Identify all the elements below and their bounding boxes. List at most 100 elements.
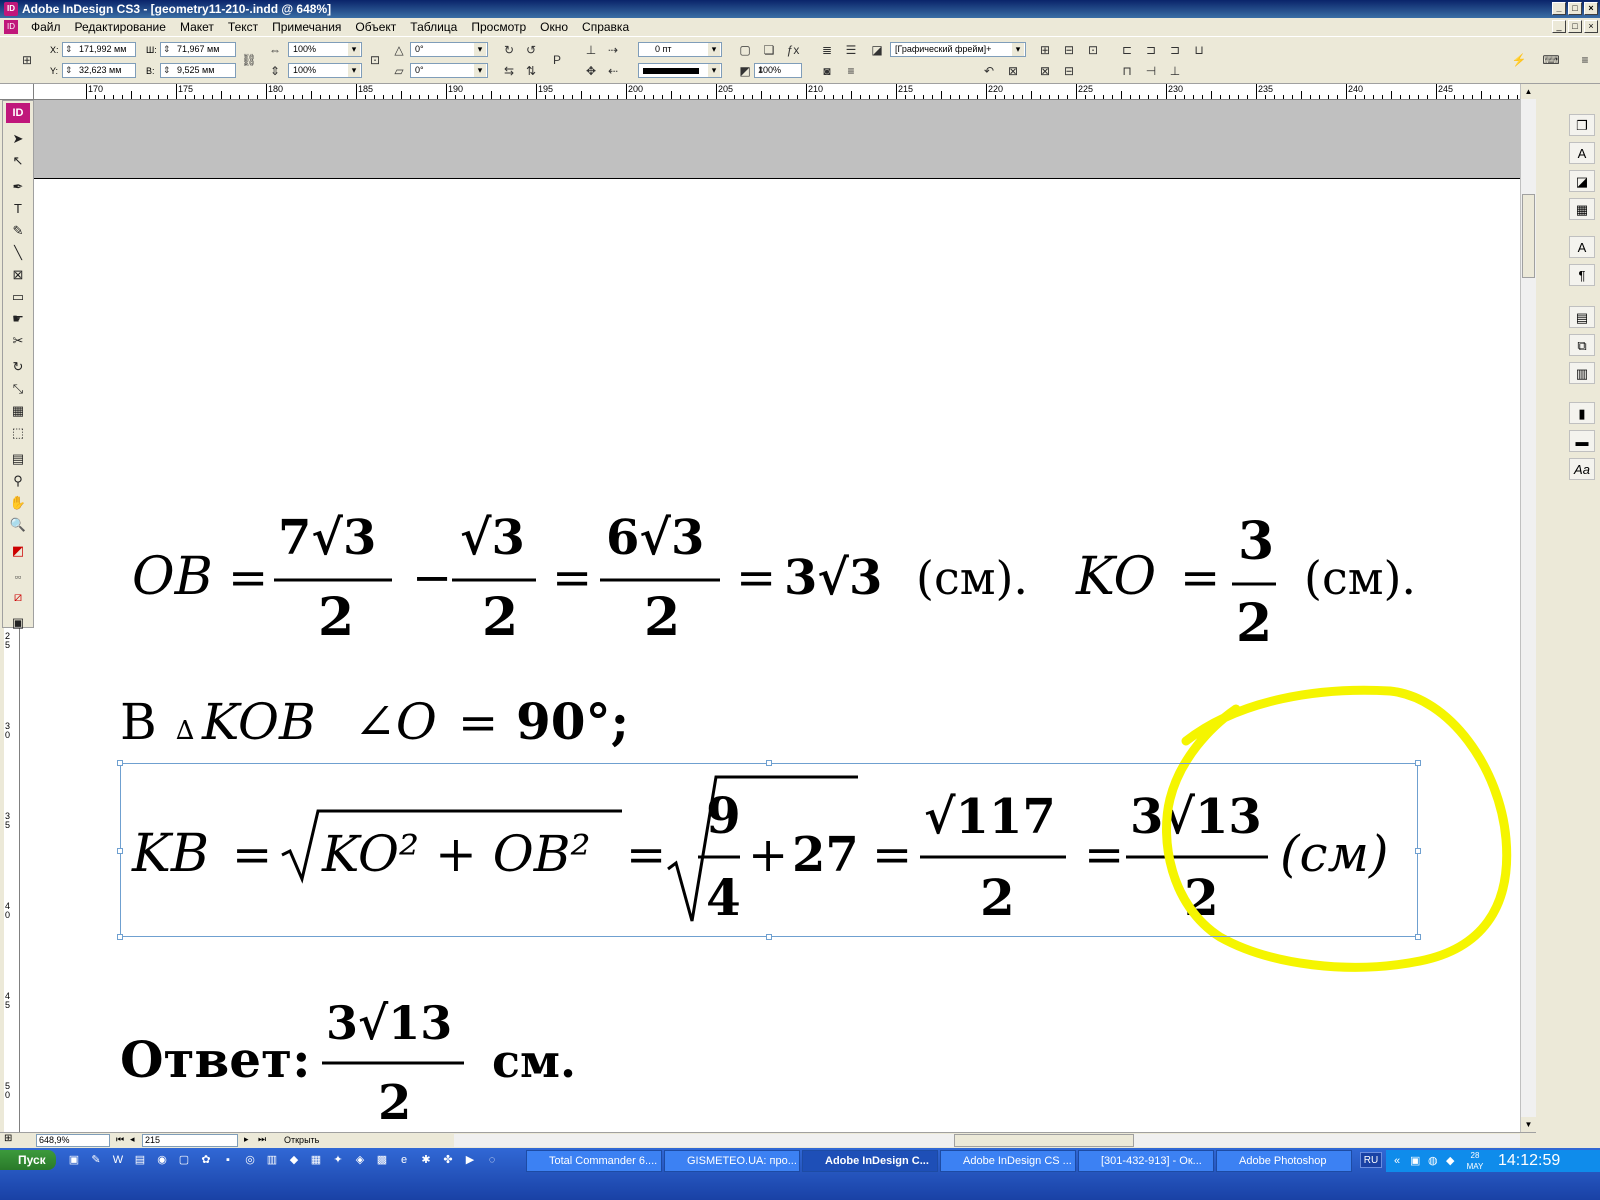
link-scale-icon[interactable]: ⊡	[366, 51, 384, 69]
horizontal-scroll-track[interactable]	[454, 1134, 1520, 1147]
media-icon[interactable]: ▶	[462, 1152, 478, 1168]
width-field[interactable]: 71,967 мм	[160, 42, 236, 57]
pen-tool-icon[interactable]: ✒	[7, 177, 29, 197]
line-tool-icon[interactable]: ╲	[7, 243, 29, 263]
clear-overrides-icon[interactable]: ↶	[980, 62, 998, 80]
height-field[interactable]: 9,525 мм	[160, 63, 236, 78]
menu-notes[interactable]: Примечания	[265, 20, 348, 34]
start-button[interactable]: Пуск	[0, 1150, 56, 1170]
scale-tool-icon[interactable]: ⤡	[7, 379, 29, 399]
tray-acrobat-icon[interactable]: ◆	[1446, 1150, 1454, 1172]
rotate-cw-icon[interactable]: ↻	[500, 41, 518, 59]
opacity-field[interactable]: 100%	[754, 63, 802, 78]
game-icon[interactable]: ✦	[330, 1152, 346, 1168]
scroll-down-arrow[interactable]: ▼	[1521, 1117, 1536, 1132]
fit-frame-icon[interactable]: ⊟	[1060, 41, 1078, 59]
fill-proportion-icon[interactable]: ⊠	[1036, 62, 1054, 80]
menu-file[interactable]: Файл	[24, 20, 68, 34]
page-number-field[interactable]: 215	[142, 1134, 238, 1147]
rotate-ccw-icon[interactable]: ↺	[522, 41, 540, 59]
stroke-weight-field[interactable]: 0 пт	[638, 42, 722, 57]
utility-icon[interactable]: ✱	[418, 1152, 434, 1168]
info-panel-icon[interactable]: ▥	[1569, 362, 1595, 384]
rectangle-frame-tool-icon[interactable]: ⊠	[7, 265, 29, 285]
internet-explorer-icon[interactable]: e	[396, 1152, 412, 1168]
fit-proportion-icon[interactable]: ⊟	[1060, 62, 1078, 80]
minimize-button[interactable]: _	[1552, 2, 1566, 15]
align-right-icon[interactable]: ⊐	[1166, 41, 1184, 59]
glyphs-panel-icon[interactable]: Aa	[1569, 458, 1595, 480]
calculator-icon[interactable]: ▥	[264, 1152, 280, 1168]
paint-icon[interactable]: ✿	[198, 1152, 214, 1168]
pages-panel-icon[interactable]: ❐	[1569, 114, 1595, 136]
apply-none-icon[interactable]: ⧄	[7, 587, 29, 607]
menu-edit[interactable]: Редактирование	[68, 20, 173, 34]
rotate-tool-icon[interactable]: ↻	[7, 357, 29, 377]
tray-network-icon[interactable]: ▣	[1410, 1150, 1420, 1172]
panel-menu-icon[interactable]: ⌨	[1542, 51, 1560, 69]
swatches-panel-icon[interactable]: ◪	[1569, 170, 1595, 192]
previous-page-button[interactable]: ◂	[130, 1134, 135, 1145]
browser-icon[interactable]: ◉	[154, 1152, 170, 1168]
scale-x-field[interactable]: 100%	[288, 42, 362, 57]
frame-handle-bl[interactable]	[117, 934, 123, 940]
center-content-icon[interactable]: ⊡	[1084, 41, 1102, 59]
align-hcenter-icon[interactable]: ⊐	[1142, 41, 1160, 59]
task-total-commander[interactable]: Total Commander 6....	[526, 1150, 662, 1172]
folder-icon[interactable]: ▢	[176, 1152, 192, 1168]
x-position-field[interactable]: 171,992 мм	[62, 42, 136, 57]
eyedropper-tool-icon[interactable]: ⚲	[7, 471, 29, 491]
rotation-field[interactable]: 0°	[410, 42, 488, 57]
note-tool-icon[interactable]: ▤	[7, 449, 29, 469]
menu-table[interactable]: Таблица	[403, 20, 464, 34]
text-wrap-around-icon[interactable]: ☰	[842, 41, 860, 59]
library-panel-icon[interactable]: ▮	[1569, 402, 1595, 424]
pencil-tool-icon[interactable]: ✎	[7, 221, 29, 241]
y-position-field[interactable]: 32,623 мм	[62, 63, 136, 78]
excel-icon[interactable]: ▦	[308, 1152, 324, 1168]
flip-horizontal-icon[interactable]: ⇆	[500, 62, 518, 80]
tray-clock[interactable]: 14:12:59	[1498, 1150, 1560, 1172]
stroke-type-dropdown[interactable]	[638, 63, 722, 78]
direct-selection-tool-icon[interactable]: ↖	[7, 151, 29, 171]
word-icon[interactable]: W	[110, 1152, 126, 1168]
scale-y-field[interactable]: 100%	[288, 63, 362, 78]
type-tool-icon[interactable]: T	[7, 199, 29, 219]
flip-vertical-icon[interactable]: ⇅	[522, 62, 540, 80]
tool-icon[interactable]: ◈	[352, 1152, 368, 1168]
frame-handle-tr[interactable]	[1415, 760, 1421, 766]
table-panel-icon[interactable]: ▦	[1569, 198, 1595, 220]
frame-handle-tl[interactable]	[117, 760, 123, 766]
doc-restore-button[interactable]: □	[1568, 20, 1582, 33]
align-left-icon[interactable]: ⊏	[1118, 41, 1136, 59]
language-indicator[interactable]: RU	[1360, 1152, 1382, 1168]
stroke-panel-icon[interactable]: ▬	[1569, 430, 1595, 452]
tray-antivirus-icon[interactable]: ◍	[1428, 1150, 1438, 1172]
menu-window[interactable]: Окно	[533, 20, 575, 34]
task-gismeteo[interactable]: GISMETEO.UA: про...	[664, 1150, 800, 1172]
task-icq-chat[interactable]: [301-432-913] - Ок...	[1078, 1150, 1214, 1172]
select-content-icon[interactable]: ✥	[582, 62, 600, 80]
layers-panel-icon[interactable]: ▤	[1569, 306, 1595, 328]
drop-shadow-icon[interactable]: ❏	[760, 41, 778, 59]
links-panel-icon[interactable]: ⧉	[1569, 334, 1595, 356]
align-top-icon[interactable]: ⊓	[1118, 62, 1136, 80]
gradient-tool-icon[interactable]: ▦	[7, 401, 29, 421]
character-panel-icon[interactable]: A	[1569, 236, 1595, 258]
distribute-icon[interactable]: ⊔	[1190, 41, 1208, 59]
rectangle-tool-icon[interactable]: ▭	[7, 287, 29, 307]
fill-stroke-icon[interactable]: ◩	[7, 541, 29, 561]
free-transform-tool-icon[interactable]: ⬚	[7, 423, 29, 443]
close-button[interactable]: ×	[1584, 2, 1598, 15]
open-status-label[interactable]: Открыть	[284, 1134, 319, 1147]
align-vcenter-icon[interactable]: ⊣	[1142, 62, 1160, 80]
selection-tool-icon[interactable]: ➤	[7, 129, 29, 149]
menu-help[interactable]: Справка	[575, 20, 636, 34]
vertical-scroll-thumb[interactable]	[1522, 194, 1535, 278]
pdf-icon[interactable]: ◆	[286, 1152, 302, 1168]
shear-field[interactable]: 0°	[410, 63, 488, 78]
view-mode-icon[interactable]: ▣	[7, 613, 29, 633]
zoom-tool-icon[interactable]: 🔍	[7, 515, 29, 535]
doc-close-button[interactable]: ×	[1584, 20, 1598, 33]
effects-icon[interactable]: ƒx	[784, 41, 802, 59]
